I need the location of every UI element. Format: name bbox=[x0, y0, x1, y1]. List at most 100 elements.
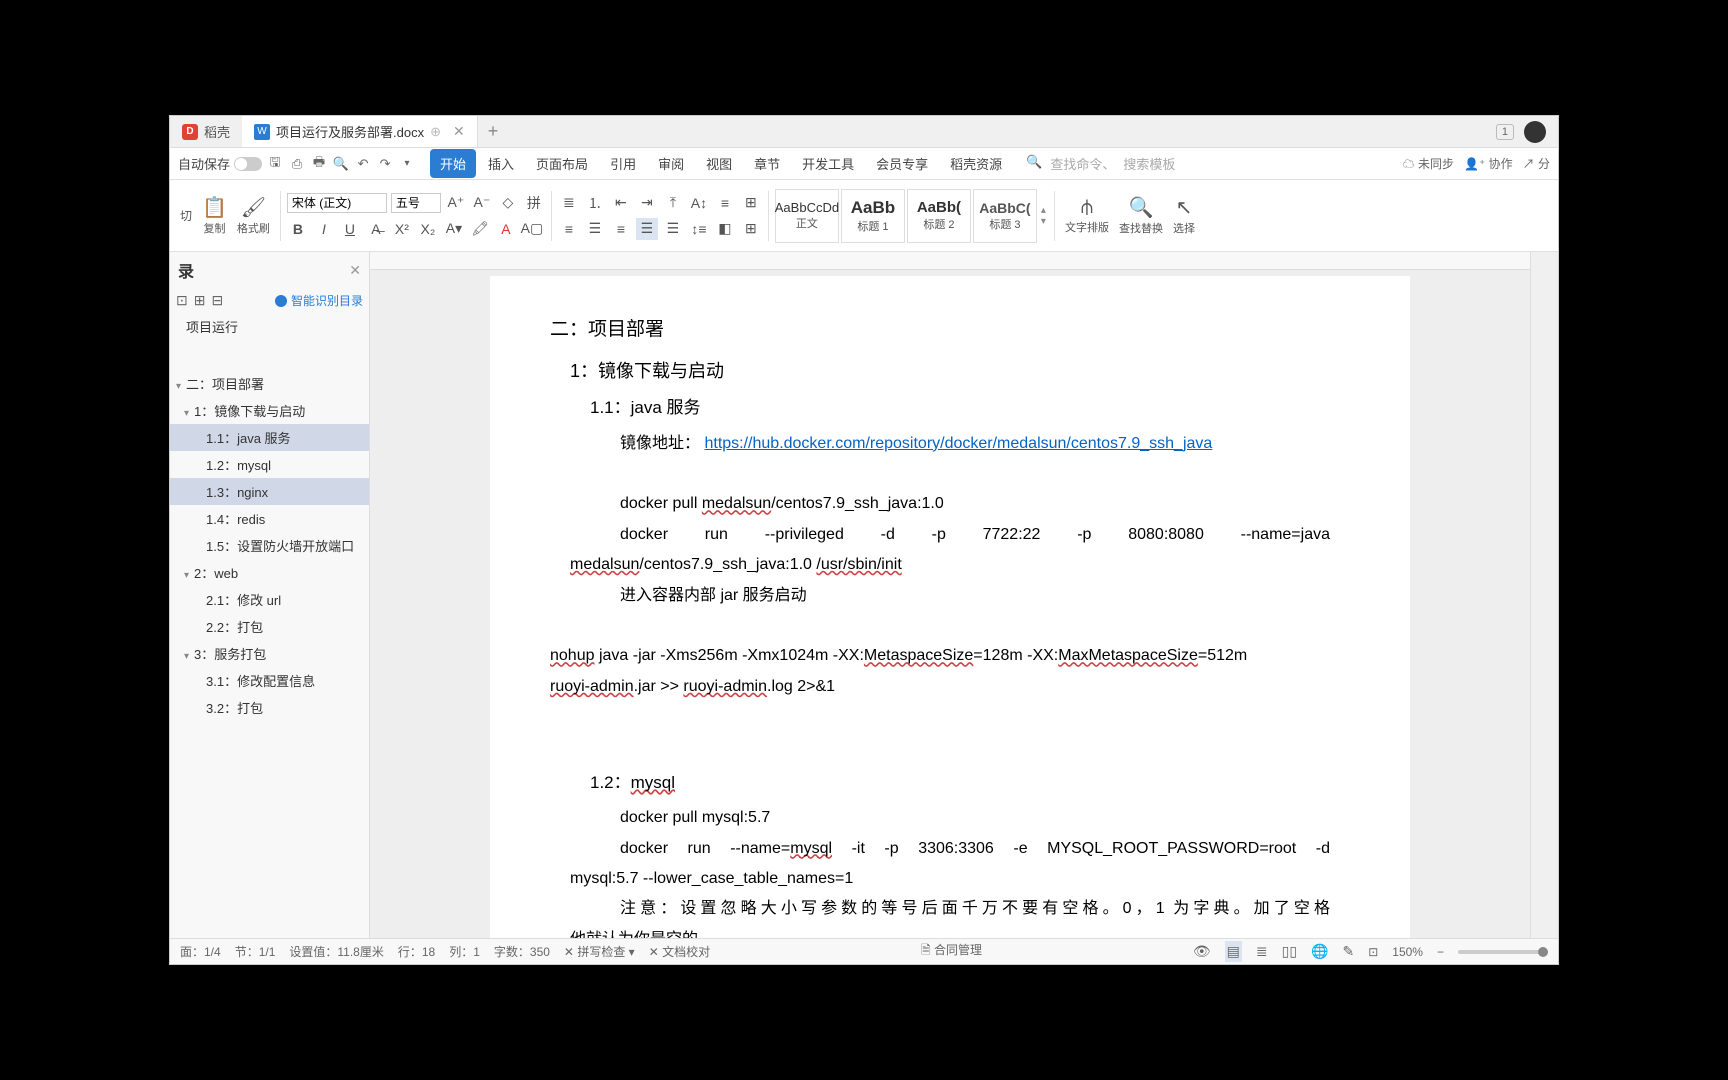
toc-item[interactable]: ▾1：镜像下载与启动 bbox=[170, 397, 369, 424]
spellcheck-button[interactable]: ✕ 拼写检查 ▾ bbox=[564, 943, 635, 960]
align-justify-icon[interactable]: ☰ bbox=[636, 218, 658, 240]
toggle-icon[interactable] bbox=[234, 157, 262, 171]
mirror-link[interactable]: https://hub.docker.com/repository/docker… bbox=[704, 435, 1212, 452]
borders-icon[interactable]: ⊞ bbox=[740, 218, 762, 240]
menu-tab-review[interactable]: 审阅 bbox=[648, 149, 694, 178]
cut-button[interactable]: 切 bbox=[176, 180, 196, 251]
undo-icon[interactable]: ↶ bbox=[354, 155, 372, 173]
shading-icon[interactable]: ◧ bbox=[714, 218, 736, 240]
numbering-icon[interactable]: ⒈ bbox=[584, 192, 606, 214]
menu-tab-view[interactable]: 视图 bbox=[696, 149, 742, 178]
table-tool-icon[interactable]: ⊞ bbox=[740, 192, 762, 214]
ruler[interactable] bbox=[370, 252, 1530, 270]
highlight-icon[interactable]: 🖍 bbox=[469, 218, 491, 240]
view-markup-icon[interactable]: ✎ bbox=[1342, 943, 1354, 960]
format-painter-button[interactable]: 🖌格式刷 bbox=[233, 180, 274, 251]
view-read-icon[interactable]: 👁 bbox=[1193, 943, 1211, 960]
more-icon[interactable]: ▾ bbox=[398, 155, 416, 173]
zoom-out-icon[interactable]: − bbox=[1437, 945, 1444, 959]
sort-icon[interactable]: ⤒ bbox=[662, 192, 684, 214]
line-tools-icon[interactable]: ≡ bbox=[714, 192, 736, 214]
select-button[interactable]: ↖选择 bbox=[1169, 180, 1199, 251]
zoom-slider[interactable] bbox=[1458, 950, 1548, 954]
toc-item[interactable]: 1.2：mysql bbox=[170, 451, 369, 478]
toc-collapse-icon[interactable]: ⊟ bbox=[211, 292, 223, 309]
text-layout-button[interactable]: ⫛文字排版 bbox=[1061, 180, 1113, 251]
paste-button[interactable]: 📋复制 bbox=[198, 180, 231, 251]
style-scroll-up-icon[interactable]: ▴ bbox=[1041, 205, 1046, 216]
menu-tab-insert[interactable]: 插入 bbox=[478, 149, 524, 178]
font-family-select[interactable] bbox=[287, 193, 387, 213]
char-border-icon[interactable]: A▢ bbox=[521, 218, 543, 240]
status-page[interactable]: 面：1/4 bbox=[180, 943, 221, 960]
pin-icon[interactable]: ⊕ bbox=[430, 124, 441, 140]
bullets-icon[interactable]: ≣ bbox=[558, 192, 580, 214]
toc-item[interactable]: ▾2：web bbox=[170, 559, 369, 586]
toc-item[interactable]: 3.2：打包 bbox=[170, 694, 369, 721]
shrink-font-icon[interactable]: A⁻ bbox=[471, 192, 493, 214]
strike-icon[interactable]: A̶ bbox=[365, 218, 387, 240]
toc-item[interactable]: 项目运行 bbox=[170, 313, 369, 340]
status-words[interactable]: 字数：350 bbox=[494, 943, 550, 960]
find-replace-button[interactable]: 🔍查找替换 bbox=[1115, 180, 1167, 251]
tab-app-home[interactable]: D 稻壳 bbox=[170, 116, 242, 147]
indent-icon[interactable]: ⇥ bbox=[636, 192, 658, 214]
menu-tab-start[interactable]: 开始 bbox=[430, 149, 476, 178]
toc-item[interactable]: ▾二：项目部署 bbox=[170, 370, 369, 397]
avatar[interactable] bbox=[1524, 121, 1546, 143]
toc-item[interactable]: ▾3：服务打包 bbox=[170, 640, 369, 667]
smart-toc-button[interactable]: 智能识别目录 bbox=[275, 292, 363, 309]
toc-expand-icon[interactable]: ⊞ bbox=[194, 292, 206, 309]
style-heading3[interactable]: AaBbC(标题 3 bbox=[973, 189, 1037, 243]
style-normal[interactable]: AaBbCcDd正文 bbox=[775, 189, 839, 243]
style-heading2[interactable]: AaBb(标题 2 bbox=[907, 189, 971, 243]
toc-item[interactable]: 1.3：nginx bbox=[170, 478, 369, 505]
toc-item[interactable]: 1.5：设置防火墙开放端口 bbox=[170, 532, 369, 559]
subscript-icon[interactable]: X₂ bbox=[417, 218, 439, 240]
align-right-icon[interactable]: ≡ bbox=[610, 218, 632, 240]
document-area[interactable]: 二：项目部署 1：镜像下载与启动 1.1：java 服务 镜像地址： https… bbox=[370, 252, 1530, 938]
toc-item[interactable]: 1.1：java 服务 bbox=[170, 424, 369, 451]
clear-format-icon[interactable]: ◇ bbox=[497, 192, 519, 214]
menu-tab-devtools[interactable]: 开发工具 bbox=[792, 149, 864, 178]
view-book-icon[interactable]: ▯▯ bbox=[1282, 943, 1297, 960]
export-icon[interactable]: ⎙ bbox=[288, 155, 306, 173]
align-center-icon[interactable]: ☰ bbox=[584, 218, 606, 240]
phonetic-icon[interactable]: 拼 bbox=[523, 192, 545, 214]
not-synced[interactable]: ☁ 未同步 bbox=[1403, 155, 1454, 172]
tab-document[interactable]: W 项目运行及服务部署.docx ⊕ ✕ bbox=[242, 116, 478, 147]
style-heading1[interactable]: AaBb标题 1 bbox=[841, 189, 905, 243]
style-scroll-down-icon[interactable]: ▾ bbox=[1041, 216, 1046, 227]
new-tab-button[interactable]: + bbox=[478, 121, 509, 142]
menu-tab-sections[interactable]: 章节 bbox=[744, 149, 790, 178]
close-icon[interactable]: ✕ bbox=[453, 123, 465, 140]
share-button[interactable]: ↗ 分 bbox=[1523, 155, 1550, 172]
zoom-menu-icon[interactable]: ⊡ bbox=[1368, 945, 1378, 959]
align-left-icon[interactable]: ≡ bbox=[558, 218, 580, 240]
doccheck-button[interactable]: ✕ 文档校对 bbox=[649, 943, 710, 960]
preview-icon[interactable]: 🔍 bbox=[332, 155, 350, 173]
bold-icon[interactable]: B bbox=[287, 218, 309, 240]
underline-icon[interactable]: U bbox=[339, 218, 361, 240]
align-distribute-icon[interactable]: ☰ bbox=[662, 218, 684, 240]
window-count-badge[interactable]: 1 bbox=[1496, 124, 1514, 140]
font-color-icon[interactable]: A bbox=[495, 218, 517, 240]
command-search[interactable]: 🔍 查找命令、 搜索模板 bbox=[1026, 154, 1175, 173]
toc-item[interactable]: 3.1：修改配置信息 bbox=[170, 667, 369, 694]
toc-item[interactable]: 2.1：修改 url bbox=[170, 586, 369, 613]
view-web-icon[interactable]: 🌐 bbox=[1311, 943, 1328, 960]
toc-tool-icon[interactable]: ⊡ bbox=[176, 292, 188, 309]
text-effects-icon[interactable]: A▾ bbox=[443, 218, 465, 240]
save-icon[interactable]: 🖫 bbox=[266, 155, 284, 173]
autosave-toggle[interactable]: 自动保存 bbox=[178, 154, 262, 173]
menu-tab-vip[interactable]: 会员专享 bbox=[866, 149, 938, 178]
collab-button[interactable]: 👤⁺ 协作 bbox=[1464, 155, 1513, 172]
font-size-select[interactable] bbox=[391, 193, 441, 213]
sidebar-close-icon[interactable]: ✕ bbox=[349, 262, 361, 279]
grow-font-icon[interactable]: A⁺ bbox=[445, 192, 467, 214]
outdent-icon[interactable]: ⇤ bbox=[610, 192, 632, 214]
toc-item[interactable]: 2.2：打包 bbox=[170, 613, 369, 640]
menu-tab-resources[interactable]: 稻壳资源 bbox=[940, 149, 1012, 178]
italic-icon[interactable]: I bbox=[313, 218, 335, 240]
line-spacing-icon[interactable]: ↕≡ bbox=[688, 218, 710, 240]
